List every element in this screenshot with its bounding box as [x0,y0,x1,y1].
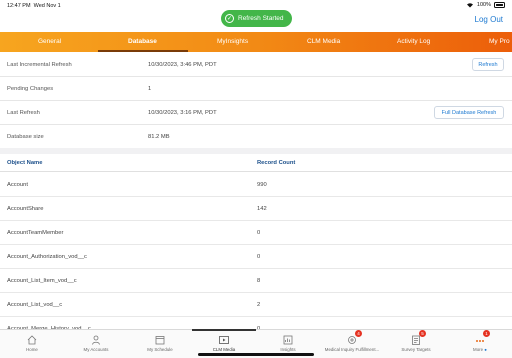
active-tab-indicator [98,50,188,52]
nav-home[interactable]: Home [0,333,64,352]
battery-percent: 100% [476,2,491,8]
home-indicator [198,353,314,356]
table-row: Account 990 [0,173,512,197]
media-icon [218,333,230,345]
object-name-cell: Account_List_vod__c [7,302,63,308]
logout-button[interactable]: Log Out [475,15,503,24]
notification-badge: 4 [355,330,362,337]
record-count-cell: 990 [257,182,267,188]
tab-database[interactable]: Database [128,38,157,45]
nav-label: Insights [280,347,296,352]
tab-my-profile[interactable]: My Pro [489,38,510,45]
nav-medical-inquiry[interactable]: 4 Medical Inquiry Fulfillment... [320,330,384,352]
toast-text: Refresh Started [238,15,284,22]
info-value: 10/30/2023, 3:46 PM, PDT [148,62,217,68]
nav-label: Home [26,347,38,352]
nav-label: My Accounts [83,347,109,352]
nav-my-accounts[interactable]: My Accounts [64,333,128,352]
nav-label: Survey Targets [401,347,431,352]
info-label: Database size [7,134,44,140]
tab-general[interactable]: General [38,38,61,45]
nav-more[interactable]: 1 More ● [448,330,512,352]
record-count-cell: 142 [257,206,267,212]
table-row: AccountTeamMember 0 [0,221,512,245]
info-value: 10/30/2023, 3:16 PM, PDT [148,110,217,116]
status-time: 12:47 PM Wed Nov 1 [7,3,61,9]
notification-badge: 1 [483,330,490,337]
object-name-cell: Account_Authorization_vod__c [7,254,87,260]
nav-my-schedule[interactable]: My Schedule [128,333,192,352]
info-label: Last Refresh [7,110,40,116]
info-value: 81.2 MB [148,134,170,140]
info-label: Last Incremental Refresh [7,62,72,68]
table-row: Account_List_Item_vod__c 8 [0,269,512,293]
more-icon: 1 [474,330,490,345]
active-nav-indicator [192,329,256,331]
tab-bar: General Database MyInsights CLM Media Ac… [0,32,512,52]
battery-icon [494,2,505,8]
nav-label: CLM Media [212,347,236,352]
check-circle-icon: ✓ [225,14,234,23]
notification-badge: 5 [419,330,426,337]
accounts-icon [90,333,102,345]
info-row-last-incremental-refresh: Last Incremental Refresh 10/30/2023, 3:4… [0,53,512,77]
table-row: AccountShare 142 [0,197,512,221]
info-label: Pending Changes [7,86,54,92]
nav-clm-media[interactable]: CLM Media [192,333,256,352]
more-dot-icon: ● [484,347,487,352]
record-count-cell: 0 [257,254,261,260]
nav-survey-targets[interactable]: 5 Survey Targets [384,330,448,352]
home-icon [26,333,38,345]
object-name-cell: Account [7,182,28,188]
nav-label: My Schedule [147,347,173,352]
info-row-pending-changes: Pending Changes 1 [0,77,512,101]
info-value: 1 [148,86,152,92]
nav-label: Medical Inquiry Fulfillment... [324,347,380,352]
refresh-button[interactable]: Refresh [472,58,504,71]
table-row: Account_List_vod__c 2 [0,293,512,317]
survey-icon: 5 [410,330,426,345]
tab-clm-media[interactable]: CLM Media [307,38,340,45]
object-name-cell: Account_List_Item_vod__c [7,278,77,284]
column-header-object-name: Object Name [7,160,43,166]
table-row: Account_Authorization_vod__c 0 [0,245,512,269]
record-count-cell: 8 [257,278,261,284]
wifi-icon [466,3,473,8]
record-count-cell: 2 [257,302,261,308]
record-count-cell: 0 [257,230,261,236]
info-row-last-refresh: Last Refresh 10/30/2023, 3:16 PM, PDT Fu… [0,101,512,125]
nav-label: More ● [473,347,487,352]
object-name-cell: AccountTeamMember [7,230,64,236]
table-header: Object Name Record Count [0,154,512,172]
object-name-cell: AccountShare [7,206,44,212]
info-row-database-size: Database size 81.2 MB [0,125,512,149]
nav-insights[interactable]: Insights [256,333,320,352]
insights-icon [282,333,294,345]
calendar-icon [154,333,166,345]
medical-icon: 4 [346,330,362,345]
refresh-toast: ✓ Refresh Started [221,10,292,27]
tab-activity-log[interactable]: Activity Log [397,38,430,45]
tab-myinsights[interactable]: MyInsights [217,38,248,45]
full-database-refresh-button[interactable]: Full Database Refresh [434,106,504,119]
column-header-record-count: Record Count [257,160,296,166]
